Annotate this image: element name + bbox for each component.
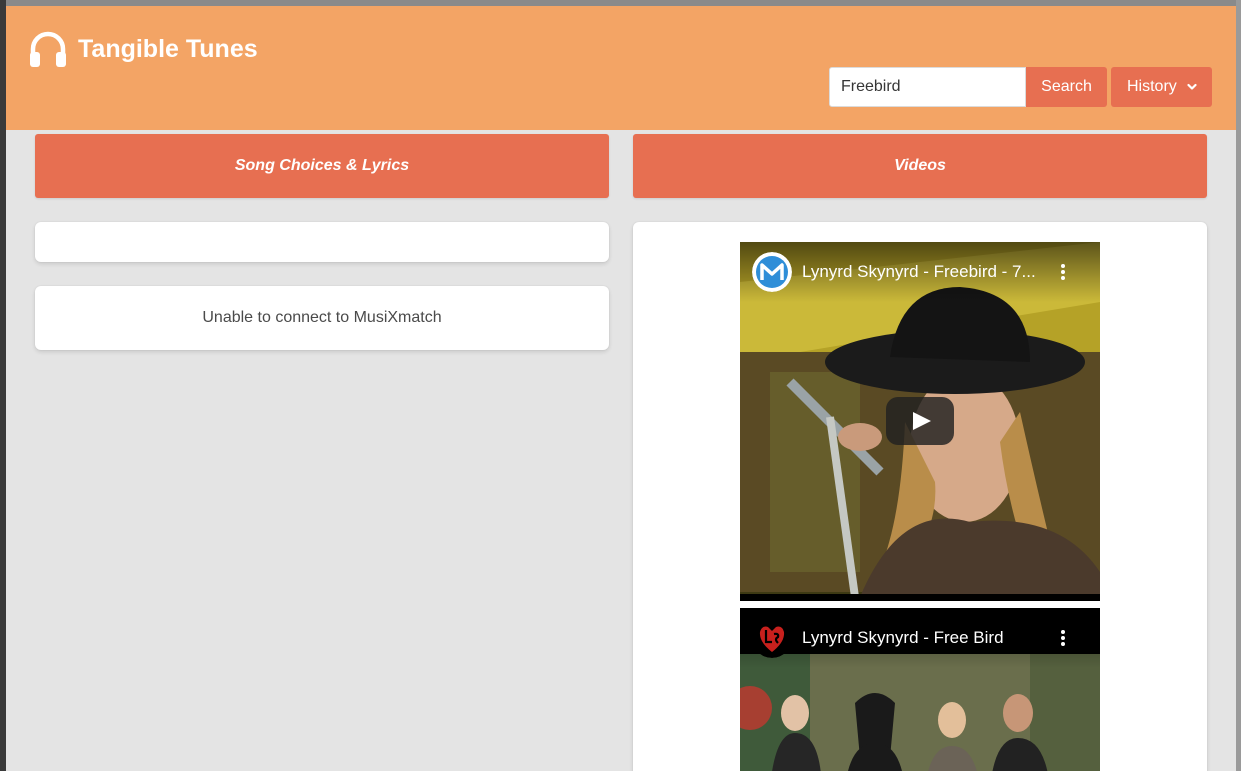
search-button[interactable]: Search (1026, 67, 1107, 107)
chevron-down-icon (1187, 83, 1197, 90)
song-choices-box (35, 222, 609, 262)
history-dropdown-button[interactable]: History (1111, 67, 1212, 107)
video-embed-2[interactable]: Lynyrd Skynyrd - Free Bird (740, 608, 1100, 771)
video-title-bar-2: Lynyrd Skynyrd - Free Bird (740, 608, 1100, 668)
ls-logo-icon (752, 618, 792, 658)
app-viewport: Tangible Tunes Search History Song Choic… (6, 6, 1236, 771)
navbar: Tangible Tunes Search History (6, 6, 1236, 130)
app-title: Tangible Tunes (78, 34, 258, 63)
brand[interactable]: Tangible Tunes (28, 30, 258, 68)
play-icon[interactable] (886, 397, 954, 445)
videos-box: Lynyrd Skynyrd - Freebird - 7... Lynyrd … (633, 222, 1207, 771)
video-title-bar-1: Lynyrd Skynyrd - Freebird - 7... (740, 242, 1100, 302)
videos-heading: Videos (633, 134, 1207, 198)
video-embed-1[interactable]: Lynyrd Skynyrd - Freebird - 7... (740, 242, 1100, 601)
m-logo-icon (752, 252, 792, 292)
history-label: History (1127, 78, 1177, 95)
lyrics-error-message: Unable to connect to MusiXmatch (202, 309, 442, 326)
more-vert-icon[interactable] (1058, 628, 1068, 648)
search-input[interactable] (829, 67, 1026, 107)
video-title-1[interactable]: Lynyrd Skynyrd - Freebird - 7... (802, 262, 1052, 282)
window-frame-right (1236, 0, 1241, 771)
lyrics-box: Unable to connect to MusiXmatch (35, 286, 609, 350)
headphones-icon (30, 31, 66, 67)
video-title-2[interactable]: Lynyrd Skynyrd - Free Bird (802, 628, 1052, 648)
search-group: Search (829, 67, 1107, 107)
more-vert-icon[interactable] (1058, 262, 1068, 282)
song-choices-lyrics-heading: Song Choices & Lyrics (35, 134, 609, 198)
